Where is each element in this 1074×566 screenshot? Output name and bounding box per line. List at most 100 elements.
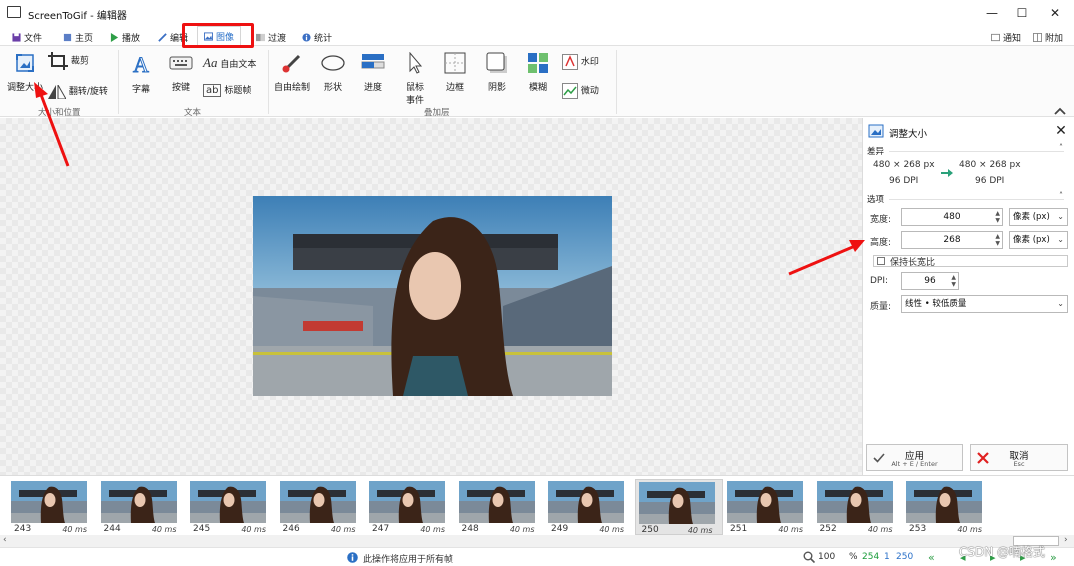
height-input[interactable]: 268 ▲ ▼ [901, 231, 1003, 249]
tab-playback[interactable]: 播放 [110, 30, 140, 44]
flip-rotate-button[interactable]: 翻转/旋转 [48, 82, 118, 99]
height-unit-select[interactable]: 像素 (px) ⌄ [1009, 231, 1068, 249]
frame-delay: 40 ms [778, 525, 803, 534]
attach-label: 附加 [1045, 33, 1064, 44]
tab-home[interactable]: 主页 [63, 30, 93, 44]
free-text-button[interactable]: Aa 自由文本 [203, 55, 265, 71]
quality-select[interactable]: 线性 • 较低质量 ⌄ [901, 295, 1068, 313]
tab-statistics[interactable]: 统计 [302, 30, 332, 44]
frame-image [11, 481, 87, 523]
shadow-button[interactable]: 阴影 [482, 52, 512, 93]
progress-button[interactable]: 进度 [358, 52, 388, 93]
scroll-right-icon[interactable]: › [1064, 535, 1068, 545]
window-title: ScreenToGif - 编辑器 [28, 11, 127, 22]
frame-image [279, 481, 356, 523]
notification-icon [991, 33, 1000, 41]
title-frame-icon: ab [203, 84, 222, 97]
frame-image [638, 482, 715, 524]
watermark-button[interactable]: 水印 [562, 54, 612, 70]
keep-ratio-checkbox[interactable] [877, 257, 885, 265]
apply-button[interactable]: 应用 Alt + E / Enter [866, 444, 963, 471]
flip-rotate-label: 翻转/旋转 [68, 87, 108, 97]
editor-canvas[interactable] [0, 118, 862, 475]
frame-number: 243 [14, 524, 32, 534]
divider [268, 50, 269, 114]
to-dpi: 96 DPI [975, 176, 1005, 186]
tab-file[interactable]: 文件 [12, 30, 42, 44]
cancel-button[interactable]: 取消 Esc [970, 444, 1068, 471]
frame-thumbnail[interactable]: 251 40 ms [724, 479, 812, 535]
keystrokes-label: 按键 [171, 83, 190, 93]
resize-icon [16, 54, 34, 72]
tab-transitions[interactable]: 过渡 [256, 30, 286, 44]
frame-thumbnail[interactable]: 252 40 ms [814, 479, 902, 535]
frame-thumbnail[interactable]: 244 40 ms [98, 479, 186, 535]
svg-text:A: A [133, 52, 149, 76]
keep-ratio-row[interactable]: 保持长宽比 [873, 255, 1068, 268]
zoom-unit: % [849, 552, 858, 562]
frame-thumbnail[interactable]: 243 40 ms [8, 479, 96, 535]
crop-button[interactable]: 裁剪 [48, 52, 104, 70]
notifications-button[interactable]: 通知 [991, 30, 1021, 44]
tab-label: 播放 [122, 33, 141, 44]
frame-image [816, 481, 893, 523]
keystrokes-button[interactable]: 按键 [164, 52, 198, 93]
frame-thumbnail[interactable]: 247 40 ms [366, 479, 454, 535]
frame-thumbnail[interactable]: 249 40 ms [545, 479, 633, 535]
width-input[interactable]: 480 ▲ ▼ [901, 208, 1003, 226]
collapse-icon[interactable]: ˄ [1059, 191, 1063, 200]
crop-label: 裁剪 [70, 56, 89, 67]
frame-number: 253 [909, 524, 927, 534]
first-frame-icon[interactable]: « [928, 551, 935, 564]
frame-thumbnail[interactable]: 245 40 ms [187, 479, 275, 535]
frame-delay: 40 ms [599, 525, 624, 534]
maximize-button[interactable]: ☐ [1012, 4, 1032, 22]
frames-scrollbar[interactable]: ‹ › [0, 535, 1074, 547]
frame-thumbnail[interactable]: 246 40 ms [277, 479, 365, 535]
frame-thumbnail[interactable]: 253 40 ms [903, 479, 991, 535]
mouse-events-button[interactable]: 鼠标事件 [398, 51, 432, 106]
caption-button[interactable]: A 字幕 [124, 52, 158, 96]
last-frame-icon[interactable]: » [1050, 551, 1057, 564]
frame-number: 246 [282, 524, 300, 534]
dpi-input[interactable]: 96 ▲ ▼ [901, 272, 959, 290]
tab-label: 过渡 [268, 33, 287, 44]
caption-icon: A [133, 52, 150, 78]
title-bar: ScreenToGif - 编辑器 — ☐ ✕ [0, 0, 1074, 26]
free-drawing-button[interactable]: 自由绘制 [272, 52, 312, 93]
spinner-icon[interactable]: ▲ ▼ [995, 210, 1000, 224]
minimize-button[interactable]: — [982, 4, 1002, 22]
total-frames: 250 [896, 552, 914, 562]
cinemagraph-button[interactable]: 微动 [562, 83, 612, 99]
spinner-icon[interactable]: ▲ ▼ [995, 233, 1000, 247]
collapse-icon[interactable]: ˄ [1059, 143, 1063, 152]
frame-thumbnail[interactable]: 248 40 ms [456, 479, 544, 535]
panel-close-button[interactable]: ✕ [1051, 122, 1071, 140]
scroll-left-icon[interactable]: ‹ [3, 535, 7, 545]
dpi-value: 96 [924, 276, 936, 286]
chevron-down-icon: ⌄ [1057, 299, 1064, 308]
blur-button[interactable]: 模糊 [523, 52, 553, 93]
attach-button[interactable]: 附加 [1033, 30, 1063, 44]
width-unit-select[interactable]: 像素 (px) ⌄ [1009, 208, 1068, 226]
frame-delay: 40 ms [420, 525, 445, 534]
collapse-ribbon-icon[interactable] [1054, 107, 1066, 115]
resize-button[interactable]: 调整大小 [4, 52, 46, 93]
zoom-value[interactable]: 100 [818, 552, 835, 562]
spinner-icon[interactable]: ▲ ▼ [951, 274, 956, 288]
frame-image [727, 481, 803, 523]
frame-image [190, 481, 266, 523]
shape-button[interactable]: 形状 [318, 52, 348, 93]
progress-label: 进度 [363, 83, 382, 93]
frame-delay: 40 ms [957, 525, 982, 534]
frame-number: 247 [372, 524, 390, 534]
title-frame-button[interactable]: ab 标题帧 [203, 83, 265, 97]
selected-frame: 254 [862, 552, 880, 562]
border-button[interactable]: 边框 [440, 52, 470, 93]
transition-icon [256, 33, 265, 41]
flip-icon [48, 82, 67, 99]
status-bar: 此操作将应用于所有帧 100 % 254 1 250 « ◂ ▸ ▸ » CSD… [0, 545, 1074, 566]
frame-thumbnail[interactable]: 250 40 ms [634, 479, 723, 535]
crop-icon [48, 52, 68, 70]
close-button[interactable]: ✕ [1045, 4, 1065, 22]
